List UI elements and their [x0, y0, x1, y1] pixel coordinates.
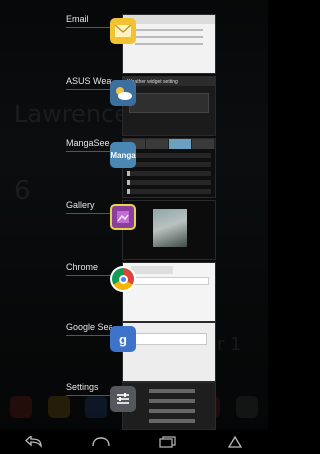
back-icon[interactable]	[17, 433, 51, 451]
weather-widget-thumbnail-title: Weather widget setting	[123, 77, 215, 86]
chrome-icon	[110, 266, 136, 292]
divider	[66, 275, 112, 276]
recent-app-label: Settings	[66, 382, 99, 392]
recent-app-email[interactable]: Email	[0, 14, 268, 74]
divider	[66, 395, 112, 396]
google-search-icon: g	[110, 326, 136, 352]
recent-app-gallery[interactable]: Gallery	[0, 200, 268, 260]
weather-widget-thumbnail[interactable]: Weather widget setting	[122, 76, 216, 136]
recent-app-asus-weather[interactable]: ASUS Weat Weather widget setting	[0, 76, 268, 136]
menu-icon[interactable]	[218, 433, 252, 451]
settings-thumbnail[interactable]	[122, 382, 216, 430]
gallery-photo	[153, 209, 187, 247]
manga-thumbnail[interactable]	[122, 138, 216, 198]
manga-icon: Manga	[110, 142, 136, 168]
recent-app-label: Chrome	[66, 262, 99, 272]
gallery-thumbnail[interactable]	[122, 200, 216, 260]
recent-app-label: Email	[66, 14, 89, 24]
home-icon[interactable]	[84, 433, 118, 451]
recent-app-google-search[interactable]: Google Sea g	[0, 322, 268, 382]
divider	[66, 335, 112, 336]
settings-icon	[110, 386, 136, 412]
recent-app-label: ASUS Weat	[66, 76, 112, 86]
divider	[66, 89, 112, 90]
email-icon	[110, 18, 136, 44]
navigation-bar	[0, 430, 268, 454]
recent-app-chrome[interactable]: Chrome	[0, 262, 268, 322]
recent-apps-icon[interactable]	[151, 433, 185, 451]
recent-app-label: MangaSee	[66, 138, 110, 148]
chrome-thumbnail[interactable]	[122, 262, 216, 322]
recent-app-settings[interactable]: Settings	[0, 382, 268, 430]
divider	[66, 151, 112, 152]
google-search-thumbnail[interactable]	[122, 322, 216, 382]
recent-app-mangasee[interactable]: MangaSee Manga	[0, 138, 268, 198]
weather-icon	[110, 80, 136, 106]
recent-app-label: Gallery	[66, 200, 95, 210]
email-thumbnail[interactable]	[122, 14, 216, 74]
gallery-icon	[110, 204, 136, 230]
divider	[66, 213, 112, 214]
divider	[66, 27, 112, 28]
recent-app-label: Google Sea	[66, 322, 112, 332]
